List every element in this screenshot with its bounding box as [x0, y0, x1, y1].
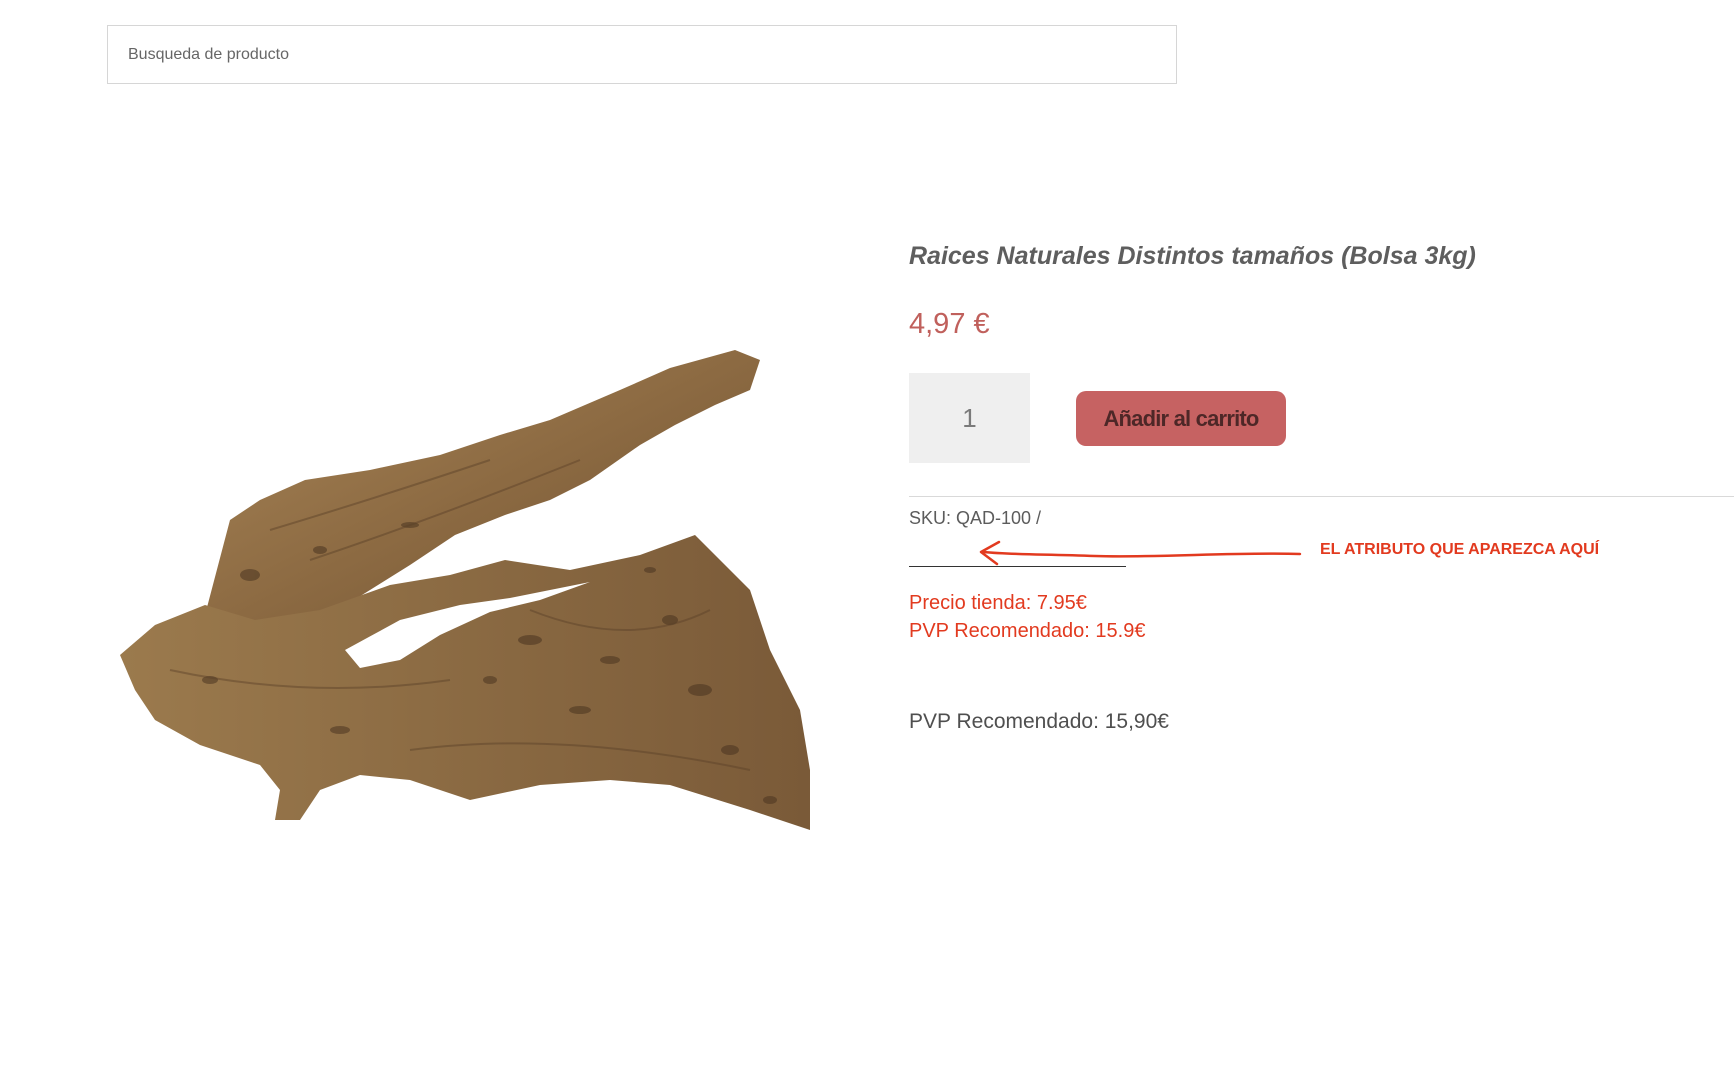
arrow-left-icon	[979, 540, 1302, 566]
add-to-cart-button[interactable]: Añadir al carrito	[1076, 391, 1286, 446]
driftwood-root-image	[120, 350, 810, 830]
search-input[interactable]	[108, 26, 1176, 83]
sku-label: SKU: QAD-100 /	[909, 508, 1042, 528]
recommended-price-final: PVP Recomendado: 15,90€	[909, 710, 1169, 733]
product-title: Raices Naturales Distintos tamaños (Bols…	[909, 242, 1476, 270]
product-page: Raices Naturales Distintos tamaños (Bols…	[0, 0, 1734, 1080]
annotation-text: EL ATRIBUTO QUE APAREZCA AQUÍ	[1320, 541, 1600, 558]
recommended-price-label: PVP Recomendado: 15.9€	[909, 620, 1146, 642]
divider	[909, 496, 1734, 497]
store-price-label: Precio tienda: 7.95€	[909, 592, 1087, 614]
quantity-input[interactable]	[909, 373, 1030, 463]
product-price: 4,97 €	[909, 308, 990, 340]
quantity-field	[909, 373, 1030, 463]
search-bar	[107, 25, 1177, 84]
